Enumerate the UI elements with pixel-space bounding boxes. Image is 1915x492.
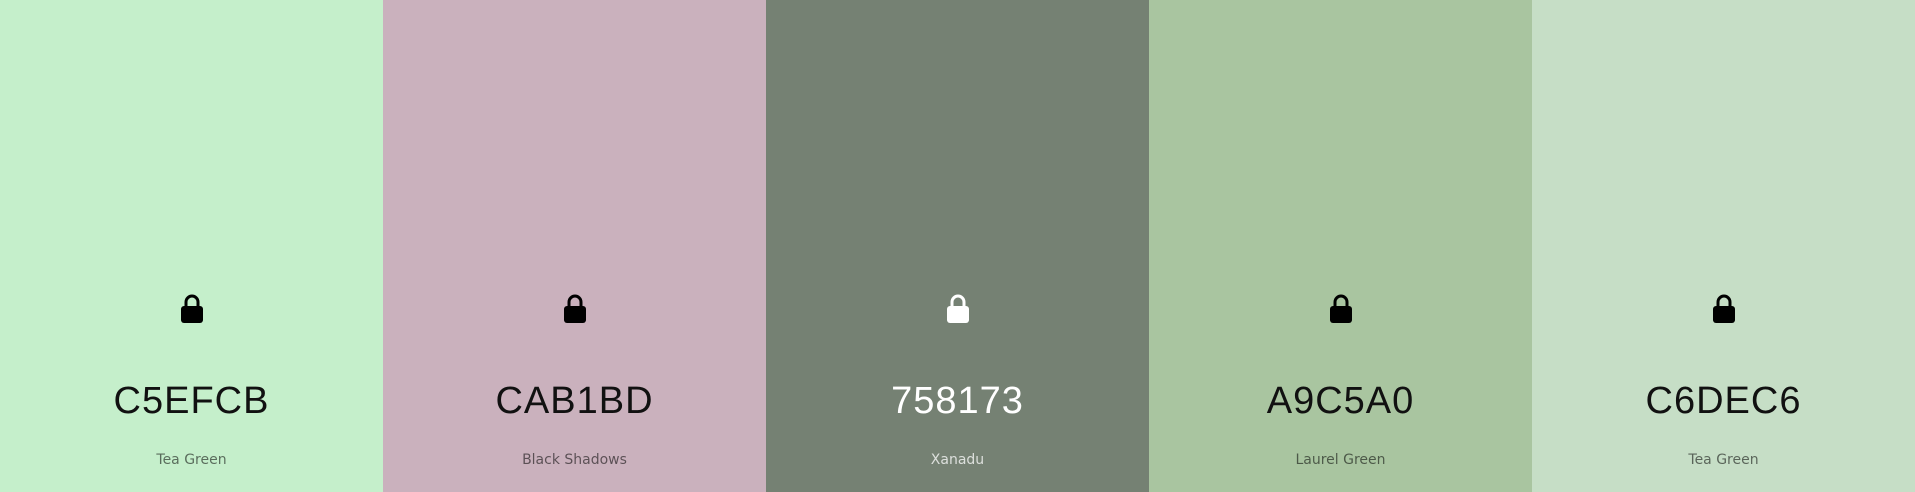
color-palette: C5EFCB Tea Green CAB1BD Black Shadows 75… bbox=[0, 0, 1915, 492]
lock-icon[interactable] bbox=[1712, 294, 1736, 324]
hex-code[interactable]: A9C5A0 bbox=[1149, 378, 1532, 424]
hex-code[interactable]: CAB1BD bbox=[383, 378, 766, 424]
hex-code[interactable]: 758173 bbox=[766, 378, 1149, 424]
color-name: Laurel Green bbox=[1295, 452, 1386, 468]
lock-icon[interactable] bbox=[946, 294, 970, 324]
color-swatch-1[interactable]: C5EFCB Tea Green bbox=[0, 0, 383, 492]
hex-code[interactable]: C5EFCB bbox=[0, 378, 383, 424]
color-name: Tea Green bbox=[156, 452, 227, 468]
color-swatch-4[interactable]: A9C5A0 Laurel Green bbox=[1149, 0, 1532, 492]
color-swatch-5[interactable]: C6DEC6 Tea Green bbox=[1532, 0, 1915, 492]
color-name: Xanadu bbox=[930, 452, 985, 468]
lock-icon[interactable] bbox=[1329, 294, 1353, 324]
color-swatch-3[interactable]: 758173 Xanadu bbox=[766, 0, 1149, 492]
color-swatch-2[interactable]: CAB1BD Black Shadows bbox=[383, 0, 766, 492]
lock-icon[interactable] bbox=[563, 294, 587, 324]
lock-icon[interactable] bbox=[180, 294, 204, 324]
color-name: Black Shadows bbox=[522, 452, 627, 468]
color-name: Tea Green bbox=[1688, 452, 1759, 468]
hex-code[interactable]: C6DEC6 bbox=[1532, 378, 1915, 424]
